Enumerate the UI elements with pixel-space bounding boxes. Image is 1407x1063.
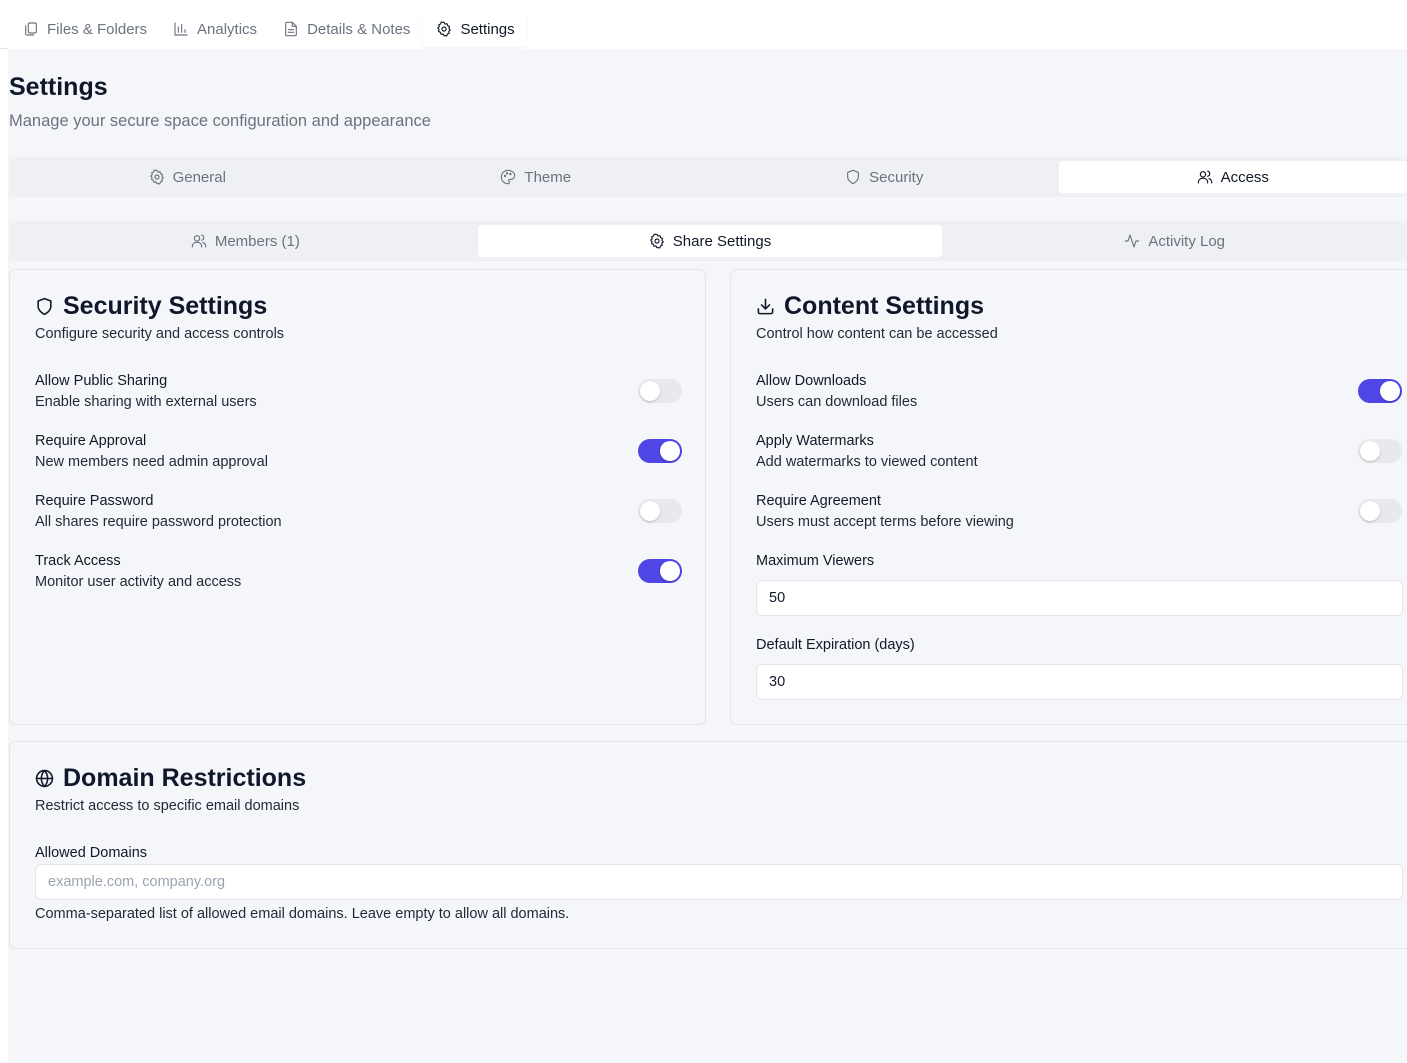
setting-label: Track Access xyxy=(35,553,121,569)
setting-require-approval: Require Approval New members need admin … xyxy=(35,433,268,470)
toggle-knob xyxy=(1380,381,1400,401)
top-tab-bar: Files & Folders Analytics Details & Note… xyxy=(9,9,527,49)
divider xyxy=(0,48,8,49)
toggle-track-access[interactable] xyxy=(638,559,682,583)
tab-files-folders[interactable]: Files & Folders xyxy=(9,11,159,47)
toggle-knob xyxy=(660,441,680,461)
allowed-domains-input[interactable] xyxy=(35,864,1403,900)
toggle-allow-public-sharing[interactable] xyxy=(638,379,682,403)
page-title: Settings xyxy=(9,73,108,101)
card-description: Control how content can be accessed xyxy=(756,326,998,342)
shield-icon xyxy=(847,169,860,185)
toggle-require-agreement[interactable] xyxy=(1358,499,1402,523)
content-settings-card: Content Settings Control how content can… xyxy=(730,269,1407,725)
palette-icon xyxy=(501,169,516,185)
tab-label: Security xyxy=(869,168,924,186)
setting-help: All shares require password protection xyxy=(35,514,282,530)
card-title: Content Settings xyxy=(756,292,984,321)
toggle-knob xyxy=(660,561,680,581)
toggle-knob xyxy=(640,381,660,401)
setting-help: Enable sharing with external users xyxy=(35,394,257,410)
tab-label: Theme xyxy=(524,168,572,186)
toggle-knob xyxy=(640,501,660,521)
toggle-require-approval[interactable] xyxy=(638,439,682,463)
tab-security[interactable]: Security xyxy=(710,161,1059,193)
card-title-text: Domain Restrictions xyxy=(63,764,307,792)
toggle-knob xyxy=(1360,501,1380,521)
setting-apply-watermarks: Apply Watermarks Add watermarks to viewe… xyxy=(756,433,978,470)
tab-details-notes[interactable]: Details & Notes xyxy=(269,11,422,47)
shield-icon xyxy=(37,297,52,316)
tab-label: Share Settings xyxy=(672,232,772,250)
tab-label: Settings xyxy=(460,20,515,38)
tab-label: Analytics xyxy=(197,20,258,38)
setting-help: Users can download files xyxy=(756,394,918,410)
users-icon xyxy=(191,234,207,248)
allowed-domains-help: Comma-separated list of allowed email do… xyxy=(35,906,570,922)
tab-label: Activity Log xyxy=(1148,232,1226,250)
gear-icon xyxy=(149,169,164,185)
setting-label: Require Password xyxy=(35,493,154,509)
setting-label: Require Agreement xyxy=(756,493,881,509)
files-icon xyxy=(25,22,37,36)
setting-help: Users must accept terms before viewing xyxy=(756,514,1014,530)
card-description: Restrict access to specific email domain… xyxy=(35,798,300,814)
tab-share-settings[interactable]: Share Settings xyxy=(477,225,943,257)
tab-theme[interactable]: Theme xyxy=(362,161,711,193)
tab-members[interactable]: Members (1) xyxy=(13,225,478,257)
tab-access[interactable]: Access xyxy=(1058,161,1407,193)
activity-icon xyxy=(1125,234,1140,248)
setting-require-password: Require Password All shares require pass… xyxy=(35,493,282,530)
document-icon xyxy=(285,21,297,37)
setting-label: Allow Public Sharing xyxy=(35,373,168,389)
card-description: Configure security and access controls xyxy=(35,326,285,342)
tab-label: Details & Notes xyxy=(307,20,411,38)
card-title: Domain Restrictions xyxy=(35,764,306,793)
card-title-text: Content Settings xyxy=(784,292,984,320)
settings-tab-bar: General Theme Security Access xyxy=(9,157,1407,197)
toggle-apply-watermarks[interactable] xyxy=(1358,439,1402,463)
setting-help: Add watermarks to viewed content xyxy=(756,454,978,470)
tab-label: General xyxy=(172,168,226,186)
access-tab-bar: Members (1) Share Settings Activity Log xyxy=(9,221,1407,261)
toggle-require-password[interactable] xyxy=(638,499,682,523)
page-subtitle: Manage your secure space configuration a… xyxy=(9,112,431,130)
tab-general[interactable]: General xyxy=(13,161,362,193)
tab-label: Access xyxy=(1220,168,1269,186)
toggle-knob xyxy=(1360,441,1380,461)
setting-label: Apply Watermarks xyxy=(756,433,874,449)
default-expiration-input[interactable] xyxy=(756,664,1403,700)
setting-label: Allow Downloads xyxy=(756,373,867,389)
tab-label: Files & Folders xyxy=(47,20,148,38)
allowed-domains-label: Allowed Domains xyxy=(35,845,148,861)
toggle-allow-downloads[interactable] xyxy=(1358,379,1402,403)
bar-chart-icon xyxy=(174,22,188,36)
tab-activity-log[interactable]: Activity Log xyxy=(942,225,1407,257)
tab-settings[interactable]: Settings xyxy=(422,11,527,47)
default-expiration-label: Default Expiration (days) xyxy=(756,637,915,653)
card-title-text: Security Settings xyxy=(63,292,268,320)
card-title: Security Settings xyxy=(35,292,267,321)
gear-icon xyxy=(649,233,664,249)
setting-allow-public-sharing: Allow Public Sharing Enable sharing with… xyxy=(35,373,257,410)
max-viewers-input[interactable] xyxy=(756,580,1403,616)
setting-require-agreement: Require Agreement Users must accept term… xyxy=(756,493,1014,530)
max-viewers-label: Maximum Viewers xyxy=(756,553,875,569)
security-settings-card: Security Settings Configure security and… xyxy=(9,269,706,725)
setting-track-access: Track Access Monitor user activity and a… xyxy=(35,553,241,590)
setting-help: Monitor user activity and access xyxy=(35,574,242,590)
users-icon xyxy=(1197,170,1212,184)
setting-help: New members need admin approval xyxy=(35,454,268,470)
setting-label: Require Approval xyxy=(35,433,147,449)
gear-icon xyxy=(437,21,452,37)
globe-icon xyxy=(35,769,54,788)
download-icon xyxy=(757,298,774,315)
tab-analytics[interactable]: Analytics xyxy=(159,11,269,47)
tab-label: Members (1) xyxy=(214,232,300,250)
setting-allow-downloads: Allow Downloads Users can download files xyxy=(756,373,917,410)
domain-restrictions-card: Domain Restrictions Restrict access to s… xyxy=(9,741,1407,949)
